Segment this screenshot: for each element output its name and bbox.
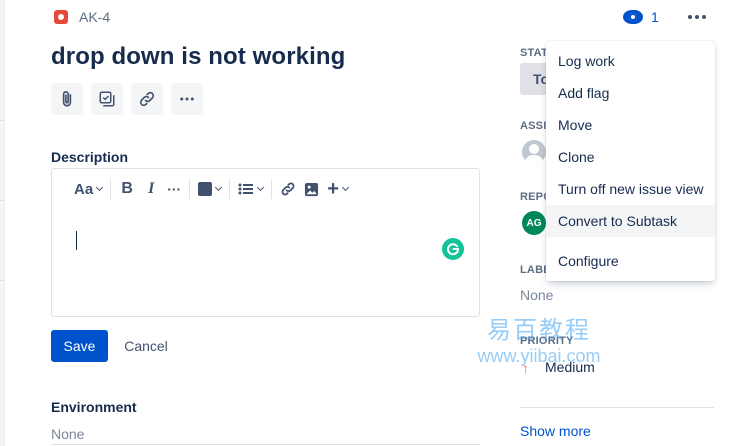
show-more-link[interactable]: Show more xyxy=(520,423,591,439)
toolbar-divider xyxy=(229,179,231,199)
menu-item-turn-off-new-issue-view[interactable]: Turn off new issue view xyxy=(546,173,715,205)
toolbar-divider xyxy=(110,179,112,199)
more-quick-actions-button[interactable] xyxy=(171,83,203,115)
bold-icon: B xyxy=(121,180,133,197)
more-actions-button[interactable] xyxy=(684,6,710,28)
environment-label: Environment xyxy=(51,399,137,415)
environment-divider xyxy=(51,444,480,445)
menu-separator xyxy=(546,237,715,245)
watcher-count: 1 xyxy=(651,9,659,25)
priority-label: PRIORITY xyxy=(520,335,574,347)
chevron-down-icon xyxy=(341,183,349,192)
nav-divider xyxy=(0,280,5,281)
sidebar-divider xyxy=(520,407,714,408)
create-subtask-button[interactable] xyxy=(91,83,123,115)
italic-icon: I xyxy=(148,180,155,197)
more-icon xyxy=(688,15,692,19)
more-formatting-button[interactable]: ··· xyxy=(167,177,181,201)
chevron-down-icon xyxy=(257,183,265,192)
italic-button[interactable]: I xyxy=(141,177,161,201)
cancel-button[interactable]: Cancel xyxy=(116,330,176,362)
text-color-dropdown[interactable] xyxy=(198,177,223,201)
labels-value[interactable]: None xyxy=(520,287,553,303)
image-icon xyxy=(305,182,319,196)
reporter-avatar[interactable]: AG xyxy=(522,211,546,235)
plus-icon: + xyxy=(327,178,339,200)
text-style-dropdown[interactable]: Aa xyxy=(74,177,104,201)
toolbar-divider xyxy=(271,179,273,199)
more-icon xyxy=(180,97,194,101)
editor-toolbar: Aa B I ··· + xyxy=(52,169,479,209)
more-actions-menu: Log work Add flag Move Clone Turn off ne… xyxy=(546,41,715,281)
insert-more-dropdown[interactable]: + xyxy=(327,177,349,201)
description-label: Description xyxy=(51,149,129,165)
left-navigation-strip xyxy=(0,0,5,446)
link-issue-button[interactable] xyxy=(131,83,163,115)
insert-image-button[interactable] xyxy=(304,177,319,201)
menu-item-move[interactable]: Move xyxy=(546,109,715,141)
chevron-down-icon xyxy=(96,183,104,192)
attach-button[interactable] xyxy=(51,83,83,115)
issue-summary[interactable]: drop down is not working xyxy=(51,43,345,71)
priority-value[interactable]: Medium xyxy=(545,359,595,375)
description-editor[interactable]: Aa B I ··· + xyxy=(51,168,480,317)
bug-issue-type-icon xyxy=(54,10,68,24)
subtask-icon xyxy=(99,91,115,107)
list-dropdown[interactable] xyxy=(238,177,265,201)
grammarly-g-icon xyxy=(447,243,460,256)
link-icon xyxy=(139,91,155,107)
nav-divider xyxy=(0,200,5,201)
watch-button[interactable]: 1 xyxy=(623,9,659,25)
assignee-avatar[interactable] xyxy=(522,140,546,164)
text-style-icon: Aa xyxy=(74,180,94,198)
menu-item-configure[interactable]: Configure xyxy=(546,245,715,277)
toolbar-divider xyxy=(189,179,191,199)
text-color-icon xyxy=(198,182,213,196)
menu-item-add-flag[interactable]: Add flag xyxy=(546,77,715,109)
bold-button[interactable]: B xyxy=(119,177,135,201)
bullet-list-icon xyxy=(238,183,254,195)
eye-icon xyxy=(623,10,643,24)
priority-medium-icon: ↑ xyxy=(522,360,529,376)
save-button[interactable]: Save xyxy=(51,330,108,362)
link-icon xyxy=(281,182,295,196)
text-cursor xyxy=(76,231,77,250)
insert-link-button[interactable] xyxy=(280,177,296,201)
environment-value[interactable]: None xyxy=(51,426,84,442)
menu-item-convert-to-subtask[interactable]: Convert to Subtask xyxy=(546,205,715,237)
grammarly-icon[interactable] xyxy=(442,238,464,260)
more-formatting-icon: ··· xyxy=(167,181,182,197)
chevron-down-icon xyxy=(215,183,223,192)
menu-item-clone[interactable]: Clone xyxy=(546,141,715,173)
attach-icon xyxy=(62,91,72,107)
nav-divider xyxy=(0,120,5,121)
issue-key-link[interactable]: AK-4 xyxy=(79,9,110,25)
menu-item-log-work[interactable]: Log work xyxy=(546,45,715,77)
